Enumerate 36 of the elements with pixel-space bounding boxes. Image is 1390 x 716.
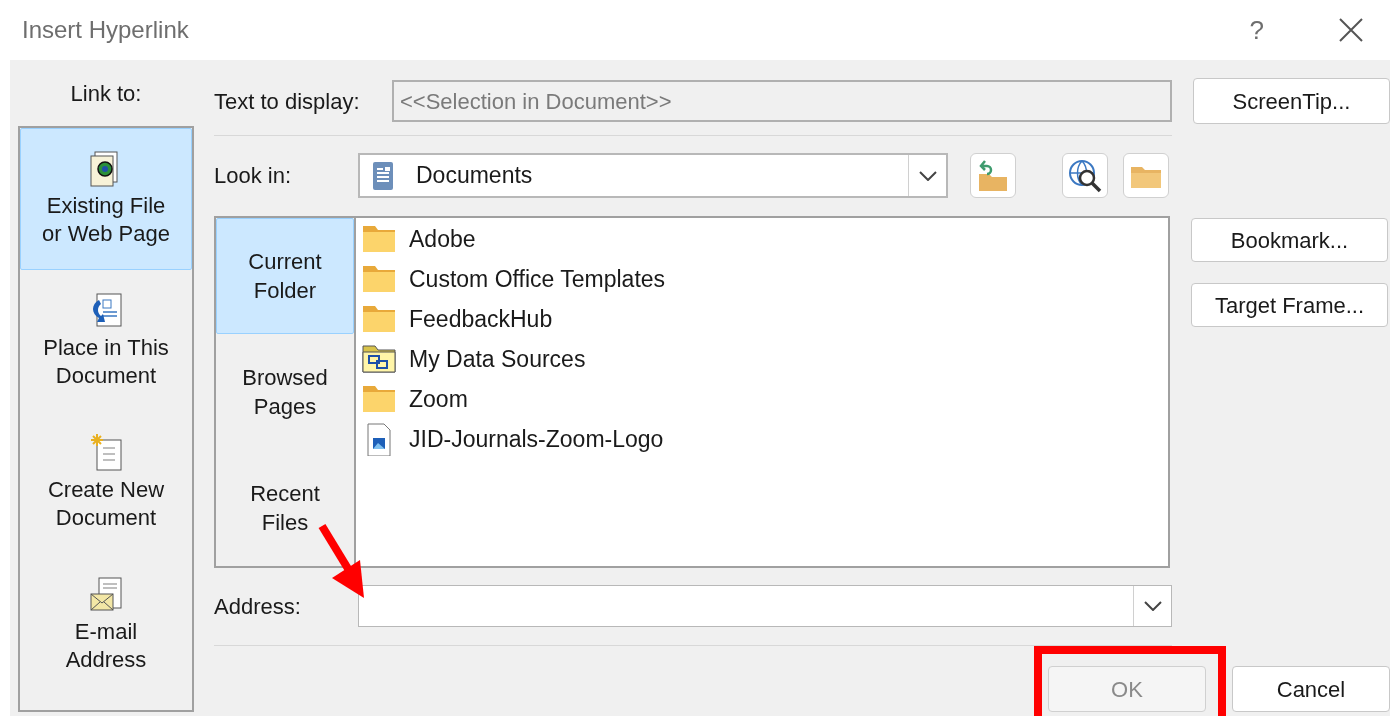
chevron-down-icon[interactable] [918, 170, 937, 181]
file-name[interactable]: FeedbackHub [409, 301, 553, 337]
help-button[interactable]: ? [1249, 10, 1264, 50]
side-button[interactable]: Bookmark... [1191, 218, 1388, 262]
look-in-dropdown[interactable]: Documents [358, 153, 948, 198]
link-to-item[interactable]: Create New Document [20, 412, 192, 554]
close-icon[interactable] [1338, 17, 1364, 43]
address-field[interactable] [358, 585, 1172, 627]
document-icon [89, 576, 123, 614]
browse-web-button[interactable] [1062, 153, 1108, 198]
nav-item[interactable]: Recent Files [216, 450, 354, 566]
file-name[interactable]: Zoom [409, 381, 468, 417]
link-to-item[interactable]: Place in This Document [20, 270, 192, 412]
chevron-down-icon[interactable] [1143, 601, 1162, 611]
window-title: Insert Hyperlink [22, 15, 189, 45]
dialog-button[interactable]: Cancel [1232, 666, 1390, 712]
folder-icon [362, 342, 396, 376]
document-icon [89, 434, 123, 472]
side-button[interactable]: Target Frame... [1191, 283, 1388, 327]
text-to-display-label: Text to display: [214, 87, 361, 116]
link-to-item[interactable]: E-mail Address [20, 554, 192, 696]
nav-item[interactable]: Browsed Pages [216, 334, 354, 450]
web-search-icon [1067, 157, 1103, 194]
nav-item[interactable]: Current Folder [216, 218, 354, 334]
look-in-value: Documents [416, 161, 533, 191]
link-to-label: Link to: [70, 79, 142, 108]
file-name[interactable]: JID-Journals-Zoom-Logo [409, 421, 664, 457]
file-name[interactable]: My Data Sources [409, 341, 586, 377]
screentip-button[interactable]: ScreenTip... [1193, 78, 1390, 124]
file-name[interactable]: Adobe [409, 221, 476, 257]
look-in-label: Look in: [214, 162, 293, 190]
documents-icon [372, 160, 394, 191]
up-folder-button[interactable] [970, 153, 1016, 198]
link-to-item[interactable]: Existing File or Web Page [20, 128, 192, 270]
file-name[interactable]: Custom Office Templates [409, 261, 666, 297]
address-label: Address: [214, 592, 302, 621]
